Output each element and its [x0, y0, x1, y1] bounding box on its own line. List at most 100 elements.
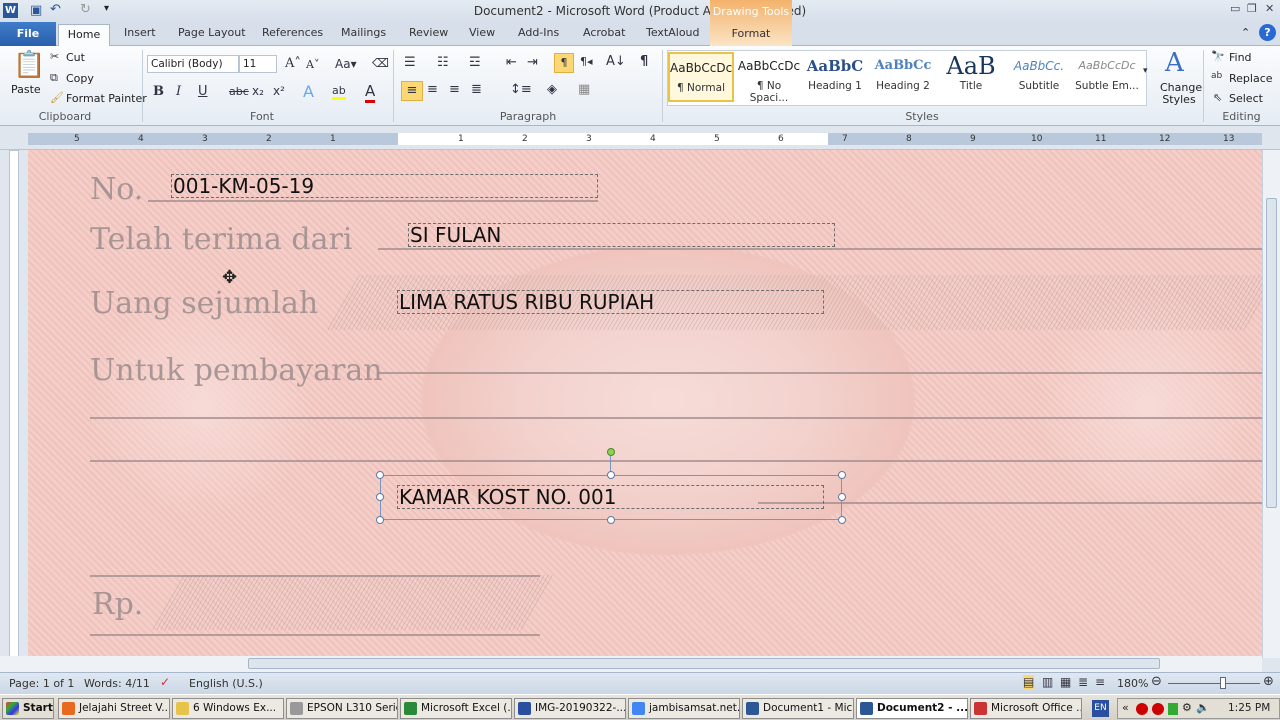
tab-review[interactable]: Review [409, 26, 448, 39]
taskbar-item[interactable]: Microsoft Office ... [970, 698, 1082, 719]
highlight-icon[interactable]: ab [332, 84, 346, 100]
clock[interactable]: 1:25 PM [1228, 702, 1270, 714]
decrease-indent-icon[interactable]: ⇤ [506, 55, 517, 70]
underline-icon[interactable]: U [198, 84, 208, 99]
tray-icon[interactable] [1152, 703, 1164, 715]
style-normal[interactable]: AaBbCcDc ¶ Normal [668, 52, 734, 102]
font-color-icon[interactable]: A [365, 82, 376, 103]
tray-icon[interactable] [1136, 703, 1148, 715]
scroll-thumb[interactable] [248, 658, 1160, 669]
tab-mailings[interactable]: Mailings [341, 26, 386, 39]
textbox-received-from[interactable]: SI FULAN [408, 223, 835, 247]
superscript-icon[interactable]: x² [273, 84, 285, 98]
resize-handle[interactable] [838, 471, 846, 479]
scroll-thumb[interactable] [1266, 198, 1277, 508]
resize-handle[interactable] [376, 471, 384, 479]
increase-indent-icon[interactable]: ⇥ [527, 55, 538, 70]
textbox-amount[interactable]: LIMA RATUS RIBU RUPIAH [397, 290, 824, 314]
language[interactable]: English (U.S.) [189, 677, 263, 690]
taskbar-item[interactable]: 6 Windows Ex... [172, 698, 284, 719]
change-case-icon[interactable]: Aa▾ [335, 57, 357, 71]
change-styles-icon[interactable]: A [1165, 48, 1184, 78]
tab-format[interactable]: Format [710, 27, 792, 40]
multilevel-list-icon[interactable]: ☲ [469, 55, 481, 70]
zoom-out-icon[interactable]: ⊖ [1151, 674, 1162, 689]
resize-handle[interactable] [376, 493, 384, 501]
align-right-icon[interactable]: ≡ [449, 82, 460, 97]
align-left-icon[interactable]: ≡ [401, 81, 423, 101]
tab-file[interactable]: File [0, 22, 56, 46]
resize-handle[interactable] [838, 493, 846, 501]
bold-icon[interactable]: B [153, 84, 164, 99]
resize-handle[interactable] [607, 516, 615, 524]
text-effects-icon[interactable]: A [303, 82, 314, 101]
minimize-ribbon-icon[interactable]: ⌃ [1241, 26, 1250, 39]
change-styles-button[interactable]: Change Styles [1160, 82, 1202, 106]
tab-home[interactable]: Home [58, 24, 110, 47]
font-name-select[interactable]: Calibri (Body) [147, 55, 239, 73]
italic-icon[interactable]: I [176, 84, 181, 99]
numbering-icon[interactable]: ☷ [437, 55, 449, 70]
style-heading-1[interactable]: AaBbC Heading 1 [802, 52, 868, 102]
proofing-icon[interactable]: ✓ [160, 675, 170, 689]
paste-button[interactable]: Paste [11, 83, 41, 96]
zoom-slider[interactable] [1220, 677, 1227, 689]
taskbar-item[interactable]: Microsoft Excel (... [400, 698, 512, 719]
volume-icon[interactable]: 🔈 [1196, 701, 1210, 714]
clear-formatting-icon[interactable]: ⌫ [372, 56, 389, 70]
help-icon[interactable]: ? [1259, 24, 1276, 41]
taskbar-item[interactable]: Document1 - Mic... [742, 698, 854, 719]
tab-page-layout[interactable]: Page Layout [178, 26, 246, 39]
resize-handle[interactable] [376, 516, 384, 524]
grow-font-icon[interactable]: A˄ [285, 56, 301, 71]
textbox-payment-for[interactable]: KAMAR KOST NO. 001 [397, 485, 824, 509]
tab-references[interactable]: References [262, 26, 323, 39]
resize-handle[interactable] [607, 471, 615, 479]
align-center-icon[interactable]: ≡ [427, 82, 438, 97]
replace-button[interactable]: Replace [1229, 72, 1273, 85]
justify-icon[interactable]: ≣ [471, 82, 482, 97]
style-no-spacing[interactable]: AaBbCcDc ¶ No Spaci... [736, 52, 802, 104]
zoom-level[interactable]: 180% [1117, 677, 1148, 690]
tray-expand-icon[interactable]: « [1122, 701, 1129, 714]
shading-icon[interactable]: ◈ [547, 82, 557, 97]
style-subtle-emphasis[interactable]: AaBbCcDc Subtle Em... [1074, 52, 1140, 102]
cut-button[interactable]: Cut [66, 51, 85, 64]
restore-icon[interactable]: ❐ [1247, 2, 1257, 15]
line-spacing-icon[interactable]: ↕≡ [510, 82, 532, 97]
font-size-select[interactable]: 11 [239, 55, 277, 73]
find-button[interactable]: Find [1229, 51, 1252, 64]
minimize-icon[interactable]: ▭ [1230, 2, 1240, 15]
style-title[interactable]: AaB Title [938, 52, 1004, 102]
tab-view[interactable]: View [469, 26, 495, 39]
vertical-ruler[interactable] [0, 150, 28, 658]
taskbar-item[interactable]: jambisamsat.net... [628, 698, 740, 719]
rtl-icon[interactable]: ¶◂ [580, 55, 593, 68]
full-screen-icon[interactable]: ▥ [1042, 675, 1053, 689]
tab-add-ins[interactable]: Add-Ins [518, 26, 559, 39]
shrink-font-icon[interactable]: A˅ [306, 58, 319, 71]
draft-icon[interactable]: ≡ [1095, 675, 1105, 689]
strikethrough-icon[interactable]: abc [229, 85, 249, 98]
ltr-icon[interactable]: ¶ [554, 53, 574, 73]
copy-button[interactable]: Copy [66, 72, 94, 85]
tab-textaloud[interactable]: TextAloud [646, 26, 700, 39]
style-subtitle[interactable]: AaBbCc. Subtitle [1006, 52, 1072, 102]
style-heading-2[interactable]: AaBbCc Heading 2 [870, 52, 936, 102]
vertical-scrollbar[interactable] [1262, 150, 1280, 658]
show-formatting-icon[interactable]: ¶ [640, 54, 648, 69]
language-indicator[interactable]: EN [1092, 700, 1109, 717]
taskbar-item[interactable]: EPSON L310 Series [286, 698, 398, 719]
close-icon[interactable]: ✕ [1265, 2, 1274, 15]
tab-acrobat[interactable]: Acrobat [583, 26, 625, 39]
zoom-in-icon[interactable]: ⊕ [1263, 674, 1274, 689]
start-button[interactable]: Start [2, 698, 54, 719]
horizontal-scrollbar[interactable] [0, 656, 1262, 672]
styles-scroll-icon[interactable]: ▾ [1143, 66, 1148, 76]
horizontal-ruler[interactable]: 5 4 3 2 1 1 2 3 4 5 6 7 8 9 10 11 12 13 [0, 128, 1280, 150]
sort-icon[interactable]: A↓ [606, 54, 626, 69]
textbox-number[interactable]: 001-KM-05-19 [171, 174, 598, 198]
select-button[interactable]: Select [1229, 92, 1263, 105]
tab-insert[interactable]: Insert [124, 26, 156, 39]
print-layout-icon[interactable]: ▤ [1023, 675, 1035, 689]
